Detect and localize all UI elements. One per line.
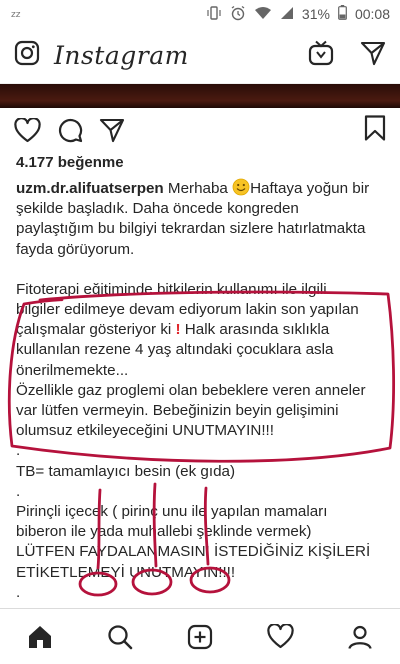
caption-line: kullanılan rezene 4 yaş altındaki çocukl… <box>16 341 334 359</box>
caption-gap <box>16 260 388 280</box>
caption-line: Pirinçli içecek ( pirinç unu ile yapılan… <box>16 503 328 521</box>
caption-line: Fitoterapi eğitiminde bitkilerin kullanı… <box>16 280 327 298</box>
post-image[interactable] <box>0 84 400 108</box>
igtv-icon[interactable] <box>308 40 334 71</box>
alarm-icon <box>230 5 246 24</box>
caption-text: Haftaya yoğun bir <box>250 180 370 197</box>
caption-line: önerilmemekte... <box>16 361 129 379</box>
caption-line: LÜTFEN FAYDALANMASINI İSTEDİĞİNİZ KİŞİLE… <box>16 543 371 561</box>
caption-line: . <box>16 442 21 460</box>
caption-username[interactable]: uzm.dr.alifuatserpen <box>16 180 164 197</box>
post-caption: uzm.dr.alifuatserpen Merhaba Haftaya yoğ… <box>16 178 388 603</box>
caption-text: çalışmalar gösteriyor ki <box>16 321 176 339</box>
caption-line: . <box>16 482 21 500</box>
caption-line: Özellikle gaz proglemi olan bebeklere ve… <box>16 381 366 399</box>
sleep-zz-icon: zz <box>10 6 26 22</box>
activity-heart-icon[interactable] <box>260 617 300 657</box>
likes-count[interactable]: 4.177 beğenme <box>16 154 124 171</box>
status-bar: zz 31% 00:08 <box>0 0 400 28</box>
instagram-wordmark: Instagram <box>54 41 189 70</box>
smiling-face-emoji <box>232 178 250 197</box>
signal-icon <box>280 6 294 23</box>
caption-line: bilgiler edilmeye devam ediyorum lakin s… <box>16 301 359 319</box>
share-icon[interactable] <box>99 117 125 143</box>
profile-icon[interactable] <box>340 617 380 657</box>
bookmark-icon[interactable] <box>364 114 386 146</box>
clock-time: 00:08 <box>354 6 390 22</box>
add-post-icon[interactable] <box>180 617 220 657</box>
battery-icon <box>338 5 347 23</box>
caption-line: TB= tamamlayıcı besin (ek gıda) <box>16 462 236 480</box>
camera-icon[interactable] <box>14 40 40 71</box>
heart-icon[interactable] <box>14 117 41 143</box>
caption-line: paylaştığım bu bilgiyi tekrardan sizlere… <box>16 220 366 238</box>
comment-icon[interactable] <box>57 117 83 143</box>
post-actions <box>0 112 400 148</box>
caption-line: olumsuz etkileyeceğini UNUTMAYIN!!! <box>16 422 274 440</box>
caption-line: ETİKETLEMEYİ UNUTMAYIN!!!! <box>16 563 236 581</box>
battery-percent: 31% <box>301 6 330 22</box>
caption-text: Merhaba <box>163 180 233 197</box>
caption-line: fayda görüyorum. <box>16 240 135 258</box>
direct-message-icon[interactable] <box>360 40 386 71</box>
home-icon[interactable] <box>20 617 60 657</box>
bottom-navigation <box>0 608 400 664</box>
svg-text:zz: zz <box>11 10 21 19</box>
search-icon[interactable] <box>100 617 140 657</box>
caption-line: biberon ile yada muhallebi şeklinde verm… <box>16 523 312 541</box>
caption-line: var lütfen vermeyin. Bebeğinizin beyin g… <box>16 402 339 420</box>
app-bar: Instagram <box>0 28 400 84</box>
vibrate-icon <box>206 5 222 24</box>
caption-text: Halk arasında sıklıkla <box>180 321 330 339</box>
wifi-icon <box>254 6 272 23</box>
caption-line: şekilde başladık. Daha öncede kongreden <box>16 200 299 218</box>
caption-line: . <box>16 583 21 601</box>
